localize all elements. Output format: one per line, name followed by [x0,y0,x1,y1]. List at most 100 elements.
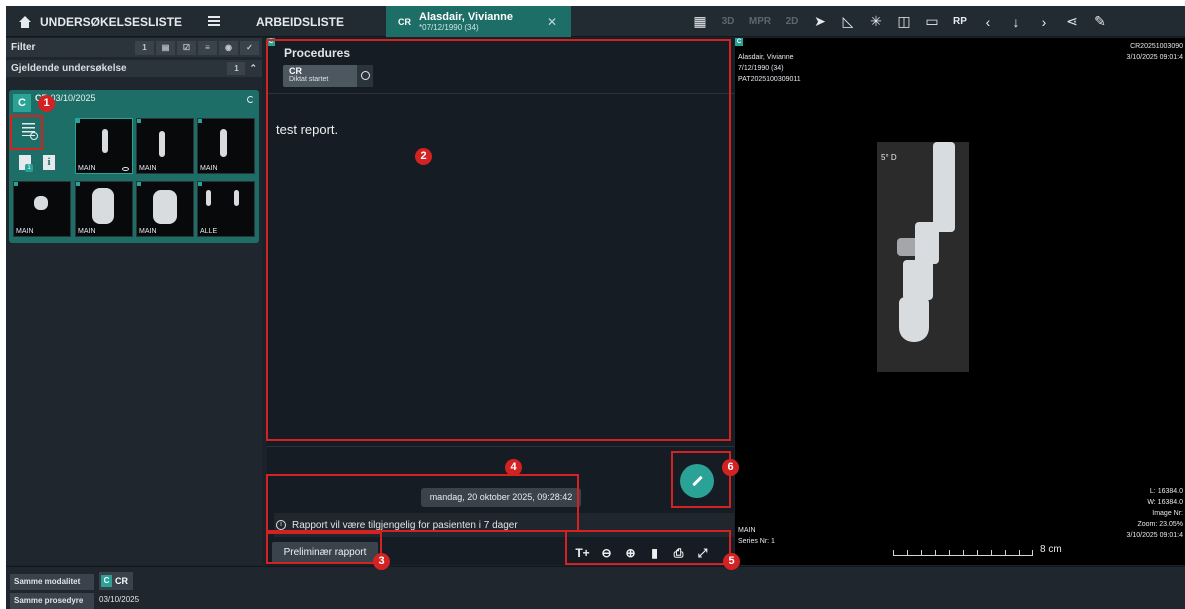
split-view-icon[interactable]: ◫ [890,6,918,37]
viewer-series-info: MAIN Series Nr: 1 [738,525,775,547]
viewer-level: L: 16384.0 [1149,488,1183,495]
info-icon[interactable]: i [43,155,55,170]
nav-worklist-label: ARBEIDSLISTE [256,14,345,29]
xray-image[interactable]: 5° D [877,142,969,372]
callout-badge-6: 6 [722,459,739,476]
viewer-zoom: Zoom: 23.05% [1137,521,1183,528]
nav-exam-list[interactable]: UNDERSØKELSESLISTE [18,6,182,37]
viewer-badge: C [735,38,743,46]
callout-box-2 [266,39,731,441]
viewer-accession: CR20251003090 [1130,43,1183,50]
patient-tab-modality: CR [398,16,411,27]
check-icon[interactable]: ✓ [240,40,259,55]
bone-shape [102,129,108,153]
thumbnail-marker [14,182,18,186]
thumbnail[interactable]: MAIN [136,118,194,174]
viewer-study-info: CR20251003090 3/10/2025 09:01:4 [1127,41,1183,63]
eye-icon[interactable]: ◉ [219,40,238,55]
related-study-chip[interactable]: C CR [99,572,133,590]
refresh-icon[interactable] [247,96,254,103]
study-date-value: 03/10/2025 [50,93,96,103]
collapse-icon[interactable]: ⌃ [249,63,257,74]
thumbnail[interactable]: MAIN [13,181,71,237]
single-view-icon[interactable]: ▭ [918,6,946,37]
sort-icon[interactable]: ↓ [1002,6,1030,37]
thumbnail-marker [198,119,202,123]
thumbnail-caption: MAIN [78,165,96,172]
nav-exam-list-label: UNDERSØKELSESLISTE [40,14,183,29]
patient-tab[interactable]: CR Alasdair, Vivianne *07/12/1990 (34) ✕ [386,6,571,37]
viewer-image-info: L: 16384.0 W: 16384.0 Image Nr: Zoom: 23… [1127,486,1183,541]
filter-label: Filter [11,42,36,53]
thumbnail[interactable]: MAIN [75,118,133,174]
layout-grid-icon[interactable]: ▦ [686,6,714,37]
viewer-series-nr: Series Nr: 1 [738,538,775,545]
callout-box-5 [565,530,731,565]
callout-badge-4: 4 [505,459,522,476]
thumbnail[interactable]: MAIN [75,181,133,237]
thumbnail-caption: MAIN [200,165,218,172]
bone-shape [153,190,177,224]
filter-row: Filter 1 ▤ ☑ ≡ ◉ ✓ [6,38,262,57]
thumbnail-marker [137,182,141,186]
window-level-icon[interactable]: ✳ [862,6,890,37]
pointer-icon[interactable]: ➤ [806,6,834,37]
nav-worklist[interactable]: ARBEIDSLISTE [256,6,344,37]
related-study-date: 03/10/2025 [99,595,140,604]
bone-shape [220,129,227,157]
thumbnail-marker [137,119,141,123]
tools-icon[interactable]: ✎ [1086,6,1114,37]
callout-badge-3: 3 [373,553,390,570]
document-count-badge: 1 [25,164,33,172]
study-card[interactable]: C CR 03/10/2025 1 i MAIN MAIN [9,90,259,243]
same-modality-button[interactable]: Samme modalitet [10,574,94,590]
view-2d-button[interactable]: 2D [778,6,806,37]
viewer-patient-name: Alasdair, Vivianne [738,54,794,61]
viewer-image-nr: Image Nr: [1152,510,1183,517]
chevron-right-icon[interactable]: › [1030,6,1058,37]
callout-box-1 [10,115,43,150]
close-tab-icon[interactable]: ✕ [547,15,557,29]
thumbnail[interactable]: MAIN [136,181,194,237]
rp-button[interactable]: RP [946,6,974,37]
callout-box-6 [671,451,731,508]
current-study-count: 1 [227,62,246,75]
thumbnail-caption: ALLE [200,228,218,235]
bone-shape [903,260,933,300]
viewer-width: W: 16384.0 [1147,499,1183,506]
scale-label: 8 cm [1040,544,1062,555]
thumbnail-caption: MAIN [78,228,96,235]
current-study-label: Gjeldende undersøkelse [11,63,127,74]
scale-bar [893,550,1033,556]
view-3d-button[interactable]: 3D [714,6,742,37]
patient-tab-name: Alasdair, Vivianne [419,10,513,23]
thumbnail-marker [76,119,80,123]
checklist-icon[interactable]: ☑ [177,40,196,55]
grid-filter-icon[interactable]: ▤ [156,40,175,55]
bone-shape [899,297,929,342]
bone-shape [206,190,211,206]
measure-icon[interactable]: ◺ [834,6,862,37]
thumbnail[interactable]: ALLE [197,181,255,237]
view-mpr-button[interactable]: MPR [742,6,778,37]
list-view-button[interactable] [208,6,220,37]
thumbnail[interactable]: MAIN [197,118,255,174]
related-study-badge: C [101,575,112,587]
bone-shape [897,238,927,256]
lines-icon[interactable]: ≡ [198,40,217,55]
image-viewer[interactable]: C Alasdair, Vivianne 7/12/1990 (34) PAT2… [735,38,1185,565]
patient-tab-dob: *07/12/1990 (34) [419,22,479,32]
current-study-row[interactable]: Gjeldende undersøkelse 1 ⌃ [6,60,262,77]
callout-badge-1: 1 [38,95,55,112]
same-procedure-button[interactable]: Samme prosedyre [10,593,94,609]
callout-badge-5: 5 [723,553,740,570]
home-icon [18,15,32,28]
thumbnail-caption: MAIN [139,228,157,235]
filter-tools: 1 ▤ ☑ ≡ ◉ ✓ [135,40,262,55]
image-marker: 5° D [881,153,897,162]
top-bar: UNDERSØKELSESLISTE ARBEIDSLISTE CR Alasd… [6,6,1185,37]
chevron-left-icon[interactable]: ‹ [974,6,1002,37]
share-icon[interactable]: ⋖ [1058,6,1086,37]
bottom-bar: Samme modalitet Samme prosedyre C CR 03/… [6,566,1185,609]
thumbnail-caption: MAIN [139,165,157,172]
